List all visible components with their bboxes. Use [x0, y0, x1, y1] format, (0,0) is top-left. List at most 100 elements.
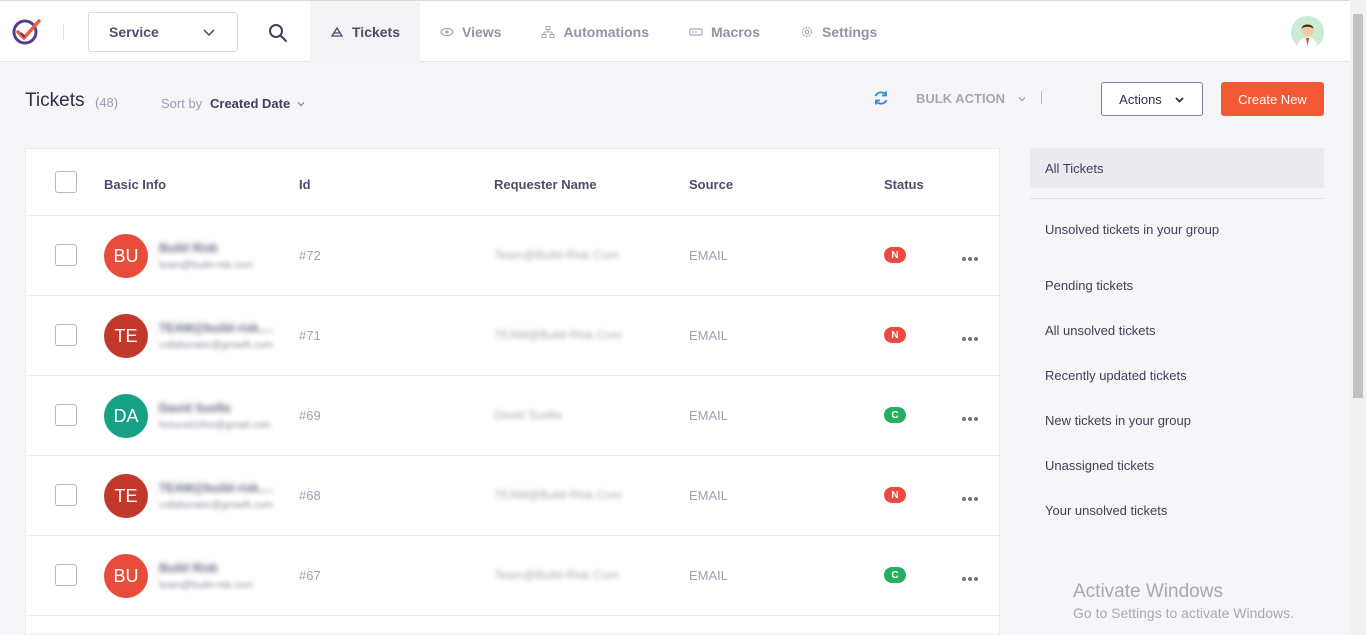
view-all-tickets[interactable]: All Tickets — [1030, 148, 1324, 188]
ticket-id[interactable]: #72 — [299, 248, 321, 263]
avatar-initials: TE — [114, 485, 138, 506]
top-bar: Service Tickets Views Automations Macros… — [0, 0, 1350, 62]
select-all-checkbox[interactable] — [55, 171, 77, 193]
status-badge: N — [884, 327, 906, 343]
requester-name: David Suella — [159, 401, 231, 415]
avatar-initials: TE — [114, 325, 138, 346]
status-badge: N — [884, 247, 906, 263]
ticket-id[interactable]: #71 — [299, 328, 321, 343]
ticket-source: EMAIL — [689, 568, 729, 583]
ticket-id[interactable]: #67 — [299, 568, 321, 583]
view-item[interactable]: Recently updated tickets — [1030, 353, 1324, 398]
nav-tab-label: Tickets — [352, 23, 400, 40]
requester-email: collaborator@growth.com — [159, 500, 274, 511]
requester-email: fortune01fire@gmail.com — [159, 420, 271, 431]
sort-value: Created Date — [210, 96, 291, 111]
view-item[interactable]: All unsolved tickets — [1030, 308, 1324, 353]
more-options-icon[interactable] — [961, 576, 979, 582]
row-checkbox[interactable] — [55, 244, 77, 266]
ticket-source: EMAIL — [689, 408, 729, 423]
requester-avatar: DA — [104, 394, 148, 438]
status-badge: N — [884, 487, 906, 503]
watermark-subtitle: Go to Settings to activate Windows. — [1073, 605, 1294, 621]
view-item[interactable]: Your unsolved tickets — [1030, 488, 1324, 533]
ticket-id[interactable]: #69 — [299, 408, 321, 423]
product-select[interactable]: Service — [88, 12, 238, 52]
gear-icon — [801, 26, 813, 37]
requester-email: team@build-risk.com — [159, 580, 254, 591]
product-select-label: Service — [109, 24, 159, 40]
watermark-title: Activate Windows — [1073, 581, 1223, 602]
table-row[interactable]: BU Build Risk team@build-risk.com #72 Te… — [26, 216, 999, 296]
refresh-icon[interactable] — [872, 89, 890, 107]
nav-tab-label: Automations — [563, 23, 649, 40]
create-new-button[interactable]: Create New — [1221, 82, 1324, 116]
table-body: BU Build Risk team@build-risk.com #72 Te… — [26, 216, 999, 616]
user-avatar[interactable] — [1291, 16, 1324, 49]
more-options-icon[interactable] — [961, 256, 979, 262]
bulk-action-dropdown[interactable]: BULK ACTION — [916, 91, 1027, 106]
table-row[interactable]: TE TEAM@build-risk.com collaborator@grow… — [26, 456, 999, 536]
row-checkbox[interactable] — [55, 404, 77, 426]
requester-name: TEAM@build-risk.com — [159, 321, 279, 335]
macro-icon — [689, 27, 703, 36]
view-item[interactable]: Unassigned tickets — [1030, 443, 1324, 488]
requester-avatar: TE — [104, 474, 148, 518]
requester-email: team@build-risk.com — [159, 260, 254, 271]
column-header-requester[interactable]: Requester Name — [494, 177, 597, 192]
requester-name-cell: Team@Build-Risk.Com — [494, 568, 619, 582]
requester-avatar: BU — [104, 234, 148, 278]
chevron-down-icon — [297, 101, 305, 106]
ticket-id[interactable]: #68 — [299, 488, 321, 503]
column-header-basic-info[interactable]: Basic Info — [104, 177, 166, 192]
sort-label: Sort by — [161, 96, 203, 111]
ticket-source: EMAIL — [689, 488, 729, 503]
chevron-down-icon — [1018, 96, 1026, 101]
view-list: Unsolved tickets in your group Pending t… — [1030, 199, 1324, 533]
page-scrollbar[interactable] — [1350, 0, 1366, 635]
page-title: Tickets — [25, 90, 85, 111]
chevron-down-icon — [1175, 96, 1184, 103]
view-item[interactable]: Unsolved tickets in your group — [1030, 218, 1324, 240]
nav-tab-label: Macros — [711, 23, 761, 40]
flow-icon — [541, 25, 555, 38]
view-item[interactable]: Pending tickets — [1030, 263, 1324, 308]
row-checkbox[interactable] — [55, 484, 77, 506]
row-checkbox[interactable] — [55, 324, 77, 346]
requester-name-cell: TEAM@Build-Risk.Com — [494, 328, 623, 342]
table-row[interactable]: BU Build Risk team@build-risk.com #67 Te… — [26, 536, 999, 616]
scrollbar-thumb[interactable] — [1353, 14, 1363, 398]
nav-tab-label: Settings — [822, 23, 878, 40]
view-item[interactable]: New tickets in your group — [1030, 398, 1324, 443]
column-header-id[interactable]: Id — [299, 177, 311, 192]
requester-name-cell: TEAM@Build-Risk.Com — [494, 488, 623, 502]
actions-button[interactable]: Actions — [1101, 82, 1203, 116]
ticket-source: EMAIL — [689, 328, 729, 343]
chevron-down-icon — [203, 29, 215, 37]
nav-tab-automations[interactable]: Automations — [521, 1, 669, 62]
status-badge: C — [884, 567, 906, 583]
main-nav: Tickets Views Automations Macros Setting… — [310, 1, 897, 62]
search-icon[interactable] — [267, 22, 289, 44]
app-logo-icon[interactable] — [11, 15, 43, 47]
nav-tab-tickets[interactable]: Tickets — [310, 1, 420, 62]
more-options-icon[interactable] — [961, 416, 979, 422]
nav-tab-views[interactable]: Views — [420, 1, 521, 62]
column-header-status[interactable]: Status — [884, 177, 924, 192]
nav-tab-macros[interactable]: Macros — [669, 1, 780, 62]
column-header-source[interactable]: Source — [689, 177, 733, 192]
sort-dropdown[interactable]: Created Date — [210, 96, 306, 111]
more-options-icon[interactable] — [961, 336, 979, 342]
more-options-icon[interactable] — [961, 496, 979, 502]
actions-label: Actions — [1119, 91, 1162, 107]
tickets-table: Basic Info Id Requester Name Source Stat… — [25, 148, 1000, 635]
avatar-initials: DA — [113, 405, 139, 426]
requester-avatar: BU — [104, 554, 148, 598]
bulk-action-label: BULK ACTION — [916, 91, 1006, 106]
table-row[interactable]: TE TEAM@build-risk.com collaborator@grow… — [26, 296, 999, 376]
row-checkbox[interactable] — [55, 564, 77, 586]
nav-tab-settings[interactable]: Settings — [780, 1, 897, 62]
table-row[interactable]: DA David Suella fortune01fire@gmail.com … — [26, 376, 999, 456]
requester-name-cell: David Suella — [494, 408, 562, 422]
toolbar-divider — [1041, 91, 1042, 104]
